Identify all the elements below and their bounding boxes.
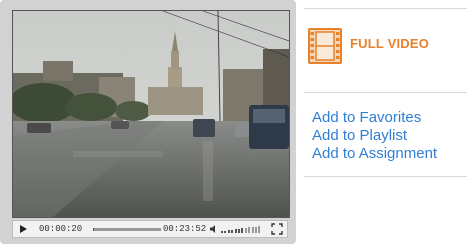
volume-tick [251,226,254,233]
action-links: Add to Favorites Add to Playlist Add to … [312,109,437,163]
volume-tick [248,227,251,233]
volume-tick [238,228,240,233]
volume-tick [234,229,237,233]
film-icon [308,28,342,64]
street-scene-image [13,11,289,217]
seek-progress [93,228,94,231]
volume-icon[interactable] [209,224,219,234]
volume-tick [231,229,234,233]
volume-tick [244,227,247,233]
player-controls: 00:00:20 00:23:52 [12,220,288,238]
total-time: 00:23:52 [163,224,207,234]
divider [304,92,467,93]
current-time: 00:00:20 [39,224,83,234]
sidebar: FULL VIDEO Add to Favorites Add to Playl… [304,0,467,244]
seek-bar[interactable] [93,228,161,231]
video-player: 00:00:20 00:23:52 [0,0,296,244]
full-video-link[interactable]: FULL VIDEO [350,36,429,51]
divider [304,176,467,177]
add-to-favorites-link[interactable]: Add to Favorites [312,109,437,127]
volume-slider[interactable] [221,226,261,233]
volume-tick [241,228,244,233]
play-icon[interactable] [17,223,29,235]
divider [304,8,467,9]
volume-tick [258,226,261,233]
video-frame[interactable] [12,10,290,218]
add-to-playlist-link[interactable]: Add to Playlist [312,127,437,145]
volume-tick [255,226,257,233]
volume-tick [221,231,223,233]
fullscreen-icon[interactable] [271,223,283,235]
volume-tick [227,230,230,233]
add-to-assignment-link[interactable]: Add to Assignment [312,145,437,163]
volume-tick [224,230,227,233]
